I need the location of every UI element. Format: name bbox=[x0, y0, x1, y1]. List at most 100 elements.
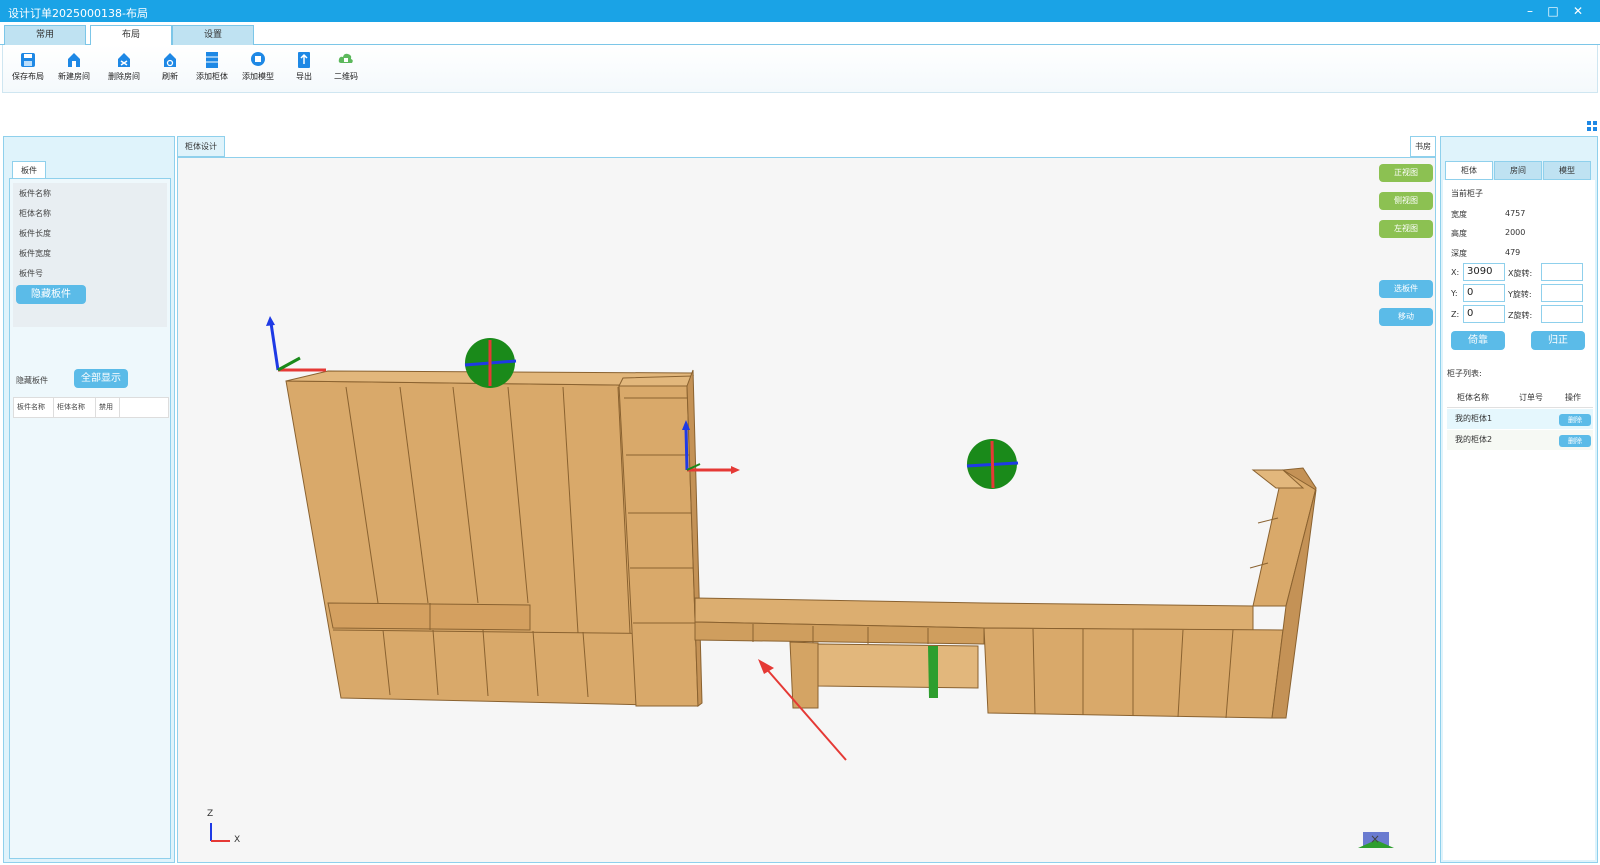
tool-label: 导出 bbox=[296, 72, 312, 81]
column-header: 板件名称 bbox=[14, 398, 54, 417]
add-model-icon bbox=[251, 52, 265, 66]
save-icon bbox=[21, 53, 35, 67]
tab-settings[interactable]: 设置 bbox=[172, 25, 254, 45]
rotation-gizmo[interactable] bbox=[966, 439, 1019, 489]
show-all-button[interactable]: 全部显示 bbox=[74, 369, 128, 388]
part-properties: 板件名称 柜体名称 板件长度 板件宽度 板件号 隐藏板件 bbox=[13, 183, 167, 327]
tab-common[interactable]: 常用 bbox=[4, 25, 86, 45]
tool-label: 二维码 bbox=[334, 72, 358, 81]
right-cabinet[interactable] bbox=[983, 467, 1317, 719]
qrcode-cloud-icon bbox=[338, 53, 353, 63]
add-model-button[interactable]: 添加模型 bbox=[235, 51, 281, 91]
left-panel-content: 板件名称 柜体名称 板件长度 板件宽度 板件号 隐藏板件 隐藏板件 全部显示 板… bbox=[9, 178, 171, 859]
refresh-icon bbox=[164, 53, 176, 67]
axis-indicator bbox=[210, 823, 230, 842]
ribbon-tabs: 常用 布局 设置 bbox=[0, 22, 1600, 46]
front-view-button[interactable]: 正视图 bbox=[1379, 164, 1433, 182]
y-rotation-input[interactable] bbox=[1541, 284, 1583, 302]
x-rotation-input[interactable] bbox=[1541, 263, 1583, 281]
column-header: 柜体名称 bbox=[54, 398, 96, 417]
prop-cabinet-name: 柜体名称 bbox=[19, 209, 51, 218]
save-layout-button[interactable]: 保存布局 bbox=[5, 51, 51, 91]
tool-label: 添加柜体 bbox=[196, 72, 228, 81]
y-position-input[interactable]: 0 bbox=[1463, 284, 1505, 302]
left-view-button[interactable]: 左视图 bbox=[1379, 220, 1433, 238]
tool-label: 刷新 bbox=[162, 72, 178, 81]
tab-room-study[interactable]: 书房 bbox=[1410, 136, 1436, 157]
hidden-parts-label: 隐藏板件 bbox=[16, 376, 48, 385]
z-rotation-label: Z旋转: bbox=[1508, 311, 1533, 320]
left-panel: 板件 板件名称 柜体名称 板件长度 板件宽度 板件号 隐藏板件 隐藏板件 全部显… bbox=[3, 136, 175, 863]
width-value: 4757 bbox=[1505, 209, 1526, 218]
delete-room-icon bbox=[118, 53, 130, 67]
prop-part-width: 板件宽度 bbox=[19, 249, 51, 258]
move-button[interactable]: 移动 bbox=[1379, 308, 1433, 326]
current-cabinet-label: 当前柜子 bbox=[1451, 189, 1483, 198]
table-row[interactable]: 我的柜体2 删除 bbox=[1447, 430, 1593, 450]
delete-row-button[interactable]: 删除 bbox=[1559, 414, 1591, 426]
window-title: 设计订单2025000138-布局 bbox=[8, 7, 148, 20]
axis-z-label: Z bbox=[207, 809, 214, 819]
tool-label: 新建房间 bbox=[58, 72, 90, 81]
z-position-input[interactable]: 0 bbox=[1463, 305, 1505, 323]
cabinet-list-title: 柜子列表: bbox=[1447, 369, 1482, 378]
tab-room[interactable]: 房间 bbox=[1494, 161, 1542, 180]
column-header: 柜体名称 bbox=[1457, 393, 1489, 402]
tab-panel-parts[interactable]: 板件 bbox=[12, 161, 46, 179]
prop-part-length: 板件长度 bbox=[19, 229, 51, 238]
close-icon[interactable]: ✕ bbox=[1568, 3, 1588, 19]
height-label: 高度 bbox=[1451, 229, 1467, 238]
depth-label: 深度 bbox=[1451, 249, 1467, 258]
tool-label: 删除房间 bbox=[108, 72, 140, 81]
depth-value: 479 bbox=[1505, 248, 1521, 257]
3d-viewport[interactable]: Z X × 正视图 侧视图 左视图 选板件 移动 bbox=[177, 157, 1436, 863]
tab-layout[interactable]: 布局 bbox=[90, 25, 172, 46]
y-rotation-label: Y旋转: bbox=[1508, 290, 1532, 299]
axis-x-label: X bbox=[234, 835, 241, 845]
cabinet-name-cell: 我的柜体1 bbox=[1455, 414, 1493, 423]
green-support-leg bbox=[928, 646, 938, 698]
axis-gizmo[interactable] bbox=[266, 316, 326, 372]
tab-cabinet[interactable]: 柜体 bbox=[1445, 161, 1493, 180]
grid-view-icon[interactable] bbox=[1587, 121, 1597, 131]
3d-scene[interactable] bbox=[178, 158, 1436, 863]
qrcode-button[interactable]: 二维码 bbox=[323, 51, 369, 91]
minimize-icon[interactable]: – bbox=[1520, 3, 1540, 19]
right-panel: 柜体 房间 模型 当前柜子 宽度 4757 高度 2000 深度 479 X: … bbox=[1440, 136, 1598, 863]
prop-part-name: 板件名称 bbox=[19, 189, 51, 198]
export-button[interactable]: 导出 bbox=[281, 51, 327, 91]
x-position-input[interactable]: 3090 bbox=[1463, 263, 1505, 281]
delete-row-button[interactable]: 删除 bbox=[1559, 435, 1591, 447]
align-button[interactable]: 倚靠 bbox=[1451, 331, 1505, 350]
tab-model[interactable]: 模型 bbox=[1543, 161, 1591, 180]
x-rotation-label: X旋转: bbox=[1508, 269, 1533, 278]
refresh-button[interactable]: 刷新 bbox=[147, 51, 193, 91]
y-label: Y: bbox=[1451, 289, 1458, 298]
column-header: 操作 bbox=[1565, 393, 1581, 402]
hide-part-button[interactable]: 隐藏板件 bbox=[16, 285, 86, 304]
ribbon-toolbar: 保存布局 新建房间 删除房间 刷新 添加柜体 添加模型 导出 二维码 bbox=[2, 45, 1598, 93]
table-row[interactable]: 我的柜体1 删除 bbox=[1447, 409, 1593, 429]
export-icon bbox=[298, 52, 310, 68]
cabinet-properties: 当前柜子 宽度 4757 高度 2000 深度 479 X: 3090 X旋转:… bbox=[1443, 180, 1595, 860]
prop-part-number: 板件号 bbox=[19, 269, 43, 278]
side-view-button[interactable]: 侧视图 bbox=[1379, 192, 1433, 210]
hidden-parts-table: 板件名称 柜体名称 禁用 bbox=[13, 397, 169, 418]
tab-cabinet-design[interactable]: 柜体设计 bbox=[177, 136, 225, 157]
column-header: 禁用 bbox=[96, 398, 120, 417]
new-room-button[interactable]: 新建房间 bbox=[51, 51, 97, 91]
close-icon[interactable]: × bbox=[1370, 832, 1380, 846]
column-header: 订单号 bbox=[1519, 393, 1543, 402]
z-rotation-input[interactable] bbox=[1541, 305, 1583, 323]
select-part-button[interactable]: 选板件 bbox=[1379, 280, 1433, 298]
reset-button[interactable]: 归正 bbox=[1531, 331, 1585, 350]
add-cabinet-button[interactable]: 添加柜体 bbox=[189, 51, 235, 91]
title-bar: 设计订单2025000138-布局 – □ ✕ bbox=[0, 0, 1600, 22]
tool-label: 保存布局 bbox=[12, 72, 44, 81]
width-label: 宽度 bbox=[1451, 210, 1467, 219]
table-header-row: 柜体名称 订单号 操作 bbox=[1447, 388, 1593, 408]
delete-room-button[interactable]: 删除房间 bbox=[101, 51, 147, 91]
maximize-icon[interactable]: □ bbox=[1543, 3, 1563, 19]
new-room-icon bbox=[68, 53, 80, 67]
add-cabinet-icon bbox=[206, 52, 218, 68]
